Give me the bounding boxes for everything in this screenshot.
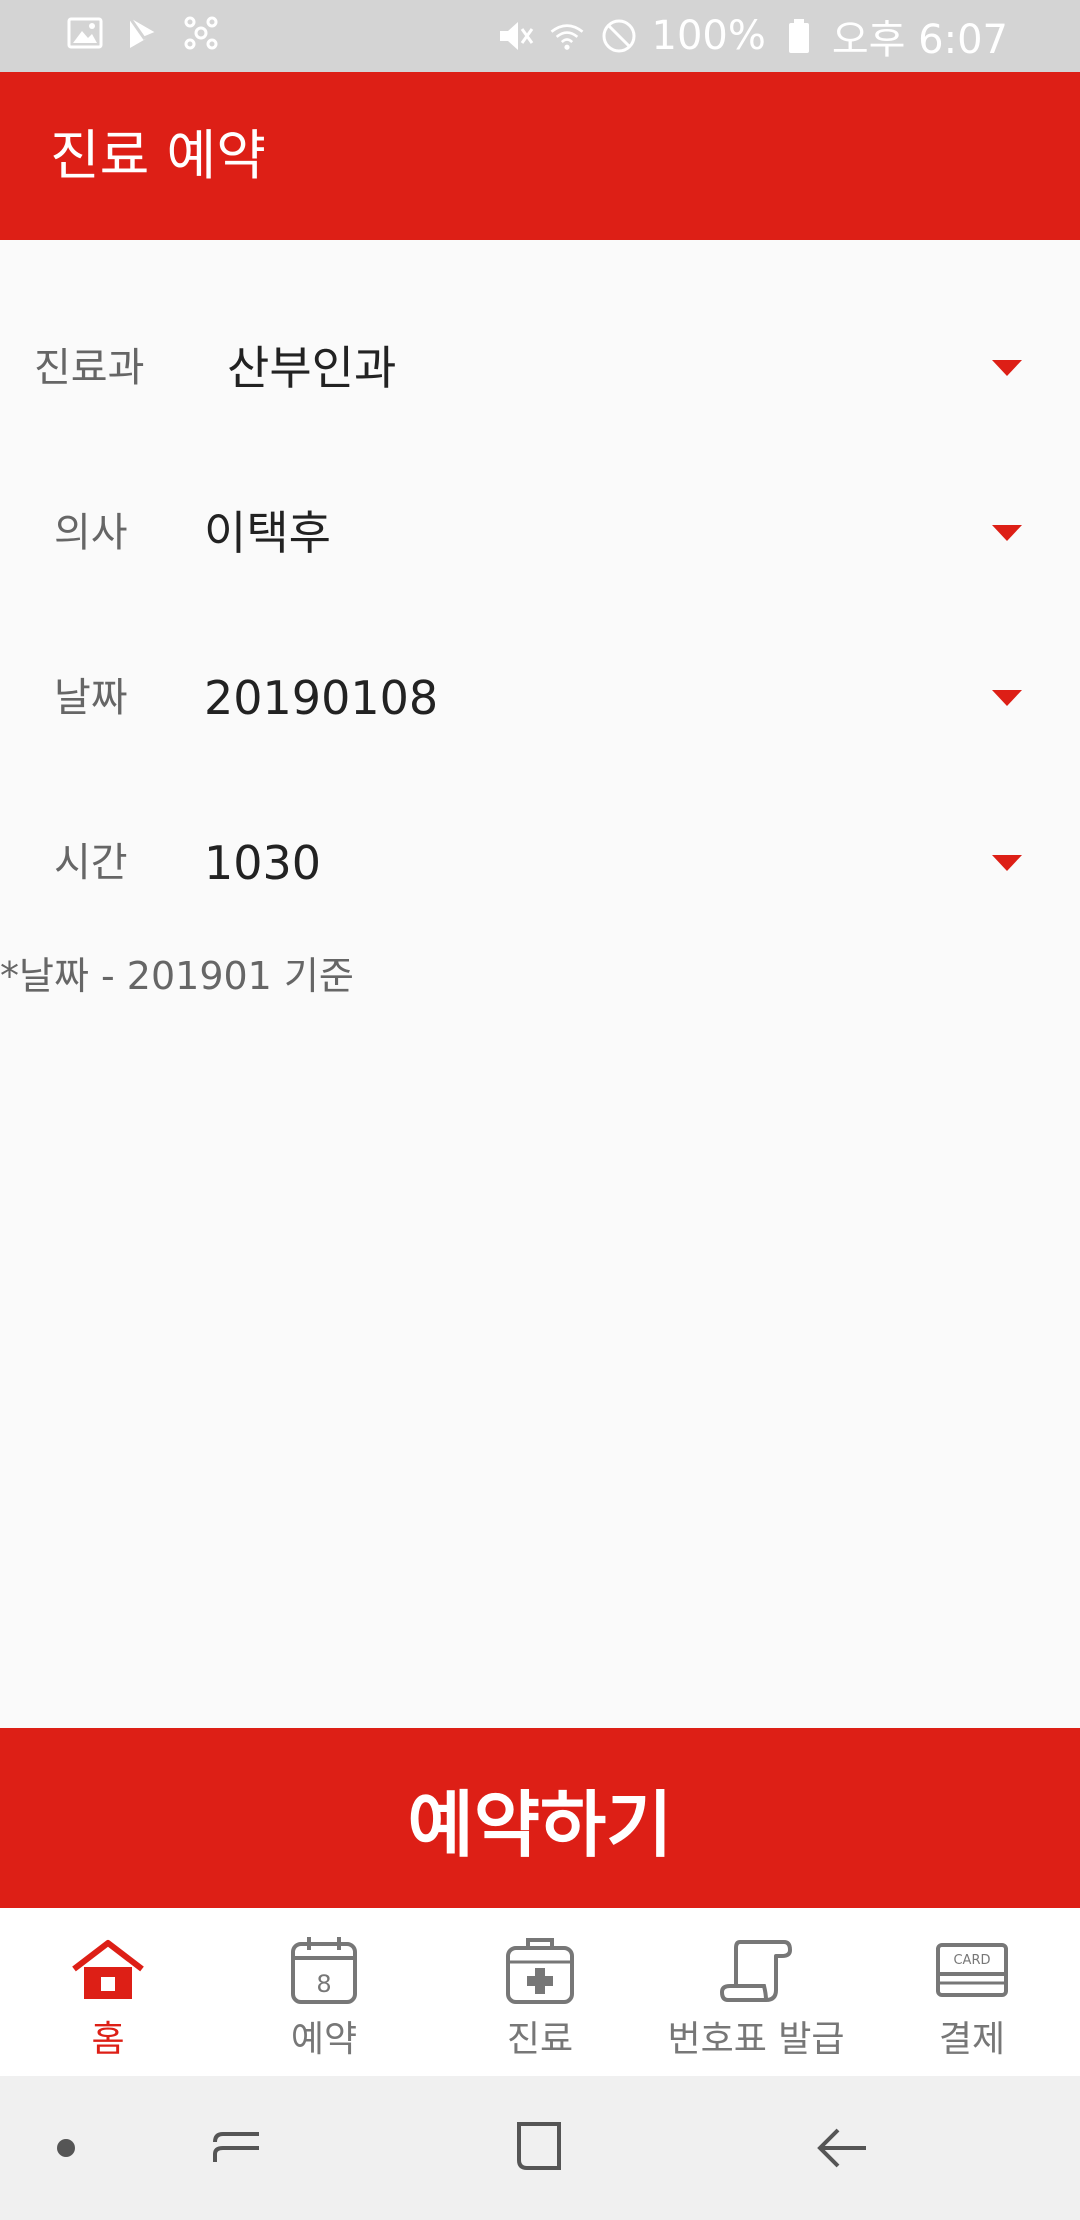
image-icon [66, 14, 104, 52]
date-select[interactable]: 날짜 20190108 [0, 643, 1080, 753]
home-icon [68, 1932, 148, 2008]
play-store-icon [124, 14, 162, 52]
doctor-select[interactable]: 의사 이택후 [0, 478, 1080, 588]
tab-payment-label: 결제 [938, 2019, 1006, 2060]
no-disturb-icon [600, 17, 638, 55]
department-value: 산부인과 [227, 341, 397, 395]
department-label: 진료과 [34, 345, 145, 391]
recent-apps-icon[interactable] [201, 2112, 273, 2184]
ticket-icon [716, 1932, 796, 2008]
network-icon [182, 14, 220, 52]
tab-home-label: 홈 [91, 2019, 125, 2060]
tab-payment[interactable]: CARD 결제 [864, 1908, 1080, 2076]
page-title: 진료 예약 [50, 124, 266, 187]
date-value: 20190108 [204, 671, 439, 725]
reserve-button[interactable]: 예약하기 [0, 1728, 1080, 1908]
status-time: 오후 6:07 [831, 17, 1008, 63]
battery-icon [780, 17, 818, 55]
time-value: 1030 [204, 836, 322, 890]
battery-percent: 100% [651, 13, 766, 59]
app-bar: 진료 예약 [0, 72, 1080, 240]
tab-reservation-label: 예약 [290, 2019, 358, 2060]
tab-home[interactable]: 홈 [0, 1908, 216, 2076]
date-label: 날짜 [54, 675, 128, 721]
nav-dot-icon [30, 2112, 102, 2184]
back-icon[interactable] [806, 2112, 878, 2184]
time-label: 시간 [54, 840, 128, 886]
doctor-value: 이택후 [204, 506, 331, 560]
status-bar: 100% 오후 6:07 [0, 0, 1080, 72]
wifi-icon [548, 17, 586, 55]
tab-treatment[interactable]: 진료 [432, 1908, 648, 2076]
tab-ticket[interactable]: 번호표 발급 [648, 1908, 864, 2076]
system-nav-bar [0, 2076, 1080, 2220]
status-right-icons: 100% 오후 6:07 [496, 0, 1008, 72]
calendar-icon: 8 [284, 1932, 364, 2008]
chevron-down-icon [992, 525, 1022, 541]
chevron-down-icon [992, 855, 1022, 871]
tab-reservation[interactable]: 8 예약 [216, 1908, 432, 2076]
doctor-label: 의사 [54, 510, 128, 556]
date-note: *날짜 - 201901 기준 [0, 954, 354, 998]
home-nav-icon[interactable] [503, 2112, 575, 2184]
status-left-icons [66, 14, 220, 52]
medical-kit-icon [500, 1932, 580, 2008]
chevron-down-icon [992, 690, 1022, 706]
card-icon: CARD [932, 1932, 1012, 2008]
mute-icon [496, 17, 534, 55]
svg-text:CARD: CARD [953, 1953, 990, 1968]
time-select[interactable]: 시간 1030 [0, 808, 1080, 918]
tab-treatment-label: 진료 [506, 2019, 574, 2060]
bottom-tab-bar: 홈 8 예약 진료 번호표 발급 CARD 결제 [0, 1908, 1080, 2076]
department-select[interactable]: 진료과 산부인과 [0, 313, 1080, 423]
svg-text:8: 8 [316, 1970, 331, 1998]
chevron-down-icon [992, 360, 1022, 376]
tab-ticket-label: 번호표 발급 [667, 2019, 845, 2060]
